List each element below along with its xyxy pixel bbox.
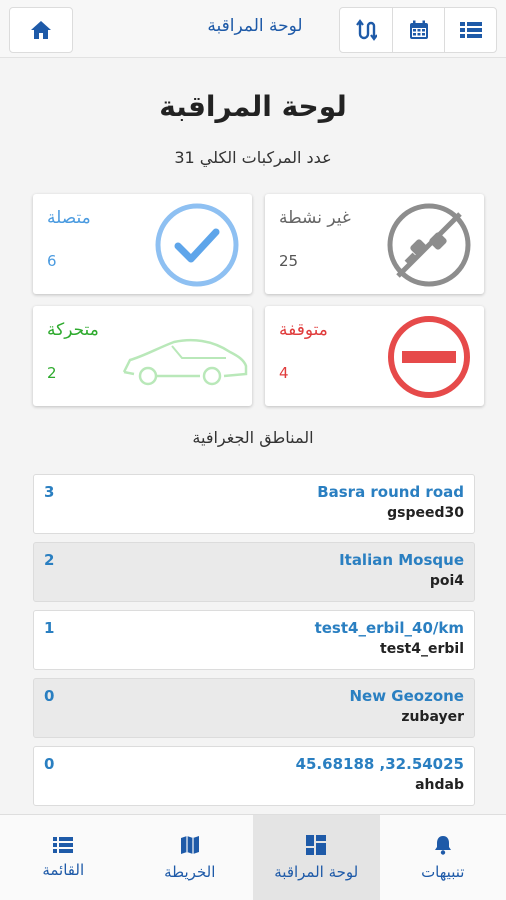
geozone-row[interactable]: 45.68188 ,32.54025 ahdab 0 xyxy=(33,746,475,806)
page-title: لوحة المراقبة xyxy=(159,90,347,123)
geozone-sub: gspeed30 xyxy=(387,505,464,521)
nav-item-map[interactable]: الخريطة xyxy=(127,815,254,900)
route-icon xyxy=(356,19,377,41)
card-stopped-label: متوقفة xyxy=(279,320,328,340)
card-inactive-label: غير نشطة xyxy=(279,208,351,228)
geozone-row[interactable]: Italian Mosque poi4 2 xyxy=(33,542,475,602)
geozone-sub: poi4 xyxy=(429,573,464,589)
nav-label: لوحة المراقبة xyxy=(274,862,359,881)
geozone-name: Basra round road xyxy=(317,483,464,501)
nav-item-dashboard[interactable]: لوحة المراقبة xyxy=(253,815,380,900)
geozone-row[interactable]: New Geozone zubayer 0 xyxy=(33,678,475,738)
geozone-sub: zubayer xyxy=(401,709,464,725)
list-button[interactable] xyxy=(444,8,496,52)
calendar-button[interactable] xyxy=(392,8,444,52)
geozone-list[interactable]: Basra round road gspeed30 3 Italian Mosq… xyxy=(33,474,475,814)
card-connected[interactable]: متصلة 6 xyxy=(33,194,252,294)
car-icon xyxy=(122,338,248,386)
card-inactive-value: 25 xyxy=(279,252,299,270)
card-connected-label: متصلة xyxy=(47,208,91,228)
nav-label: تنبيهات xyxy=(421,862,465,881)
nav-item-alerts[interactable]: تنبيهات xyxy=(380,815,506,900)
app-header: لوحة المراقبة xyxy=(0,0,506,58)
geozone-sub: test4_erbil xyxy=(380,641,464,657)
checkmark-circle-icon xyxy=(155,203,239,287)
nav-label: الخريطة xyxy=(164,862,216,881)
home-button[interactable] xyxy=(9,7,73,53)
geozone-row[interactable]: Basra round road gspeed30 3 xyxy=(33,474,475,534)
bottom-nav: القائمة الخريطة لوحة المراقبة تنبيهات xyxy=(0,814,506,900)
unplugged-icon xyxy=(387,203,471,287)
total-vehicles: عدد المركبات الكلي 31 xyxy=(174,148,332,167)
geozone-name: New Geozone xyxy=(349,687,465,705)
geozone-count: 3 xyxy=(44,483,55,501)
geozone-count: 0 xyxy=(44,687,55,705)
calendar-icon xyxy=(409,20,428,39)
card-stopped[interactable]: متوقفة 4 xyxy=(265,306,484,406)
card-moving-label: متحركة xyxy=(47,320,99,340)
home-icon xyxy=(31,21,51,39)
card-moving[interactable]: متحركة 2 xyxy=(33,306,252,406)
geozone-row[interactable]: test4_erbil_40/km test4_erbil 1 xyxy=(33,610,475,670)
header-actions xyxy=(339,7,497,53)
geozone-count: 0 xyxy=(44,755,55,773)
list-icon xyxy=(459,22,482,38)
card-inactive[interactable]: غير نشطة 25 xyxy=(265,194,484,294)
nav-label: القائمة xyxy=(42,860,85,879)
dashboard-icon xyxy=(306,834,327,855)
geozone-name: test4_erbil_40/km xyxy=(314,619,464,637)
route-button[interactable] xyxy=(340,8,392,52)
geozones-title: المناطق الجغرافية xyxy=(192,428,314,447)
nav-item-list[interactable]: القائمة xyxy=(0,815,127,900)
geozone-count: 1 xyxy=(44,619,55,637)
header-title: لوحة المراقبة xyxy=(207,16,303,36)
no-entry-icon xyxy=(388,316,470,398)
bell-icon xyxy=(434,835,451,855)
geozone-name: Italian Mosque xyxy=(339,551,464,569)
geozone-sub: ahdab xyxy=(415,777,464,793)
map-icon xyxy=(180,835,199,854)
list-icon xyxy=(53,836,74,853)
geozone-count: 2 xyxy=(44,551,55,569)
card-stopped-value: 4 xyxy=(279,364,289,382)
card-connected-value: 6 xyxy=(47,252,57,270)
geozone-name: 45.68188 ,32.54025 xyxy=(295,755,464,773)
card-moving-value: 2 xyxy=(47,364,57,382)
